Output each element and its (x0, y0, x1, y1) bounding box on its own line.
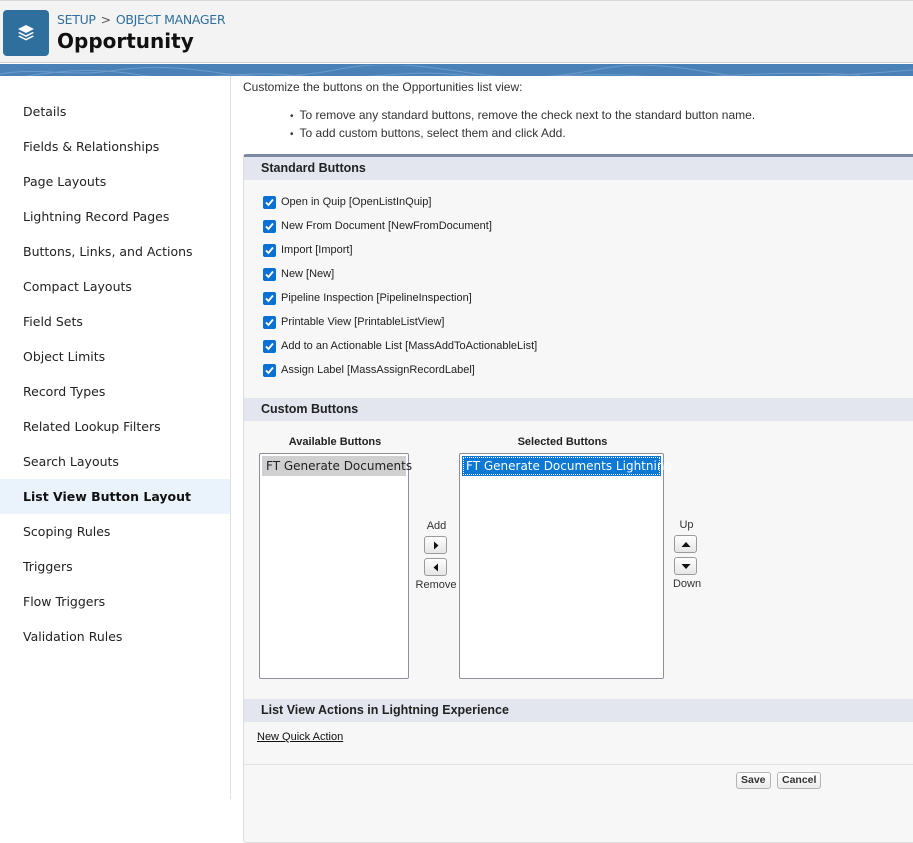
remove-label: Remove (415, 579, 457, 591)
header-banner (0, 64, 913, 76)
button-layout-panel: Standard Buttons Open in Quip [OpenListI… (243, 154, 913, 843)
sidebar-item-details[interactable]: Details (0, 94, 230, 129)
checkbox-label: Printable View [PrintableListView] (281, 316, 445, 328)
sidebar-item-lightning-record-pages[interactable]: Lightning Record Pages (0, 199, 230, 234)
check-icon (265, 366, 274, 374)
save-button[interactable]: Save (736, 772, 771, 789)
move-up-button[interactable] (674, 535, 697, 553)
footer-divider (244, 764, 913, 765)
sidebar-item-list-view-button-layout[interactable]: List View Button Layout (0, 479, 230, 514)
breadcrumb-object-manager[interactable]: OBJECT MANAGER (116, 12, 226, 27)
sidebar-item-flow-triggers[interactable]: Flow Triggers (0, 584, 230, 619)
check-icon (265, 246, 274, 254)
page-header: SETUP > OBJECT MANAGER Opportunity (0, 0, 913, 63)
sidebar-item-related-lookup-filters[interactable]: Related Lookup Filters (0, 409, 230, 444)
sidebar-item-triggers[interactable]: Triggers (0, 549, 230, 584)
arrow-up-icon (681, 541, 690, 547)
sidebar-item-field-sets[interactable]: Field Sets (0, 304, 230, 339)
sidebar-item-search-layouts[interactable]: Search Layouts (0, 444, 230, 479)
checkbox-label: New [New] (281, 268, 335, 280)
main-content: Customize the buttons on the Opportuniti… (232, 76, 913, 843)
selected-buttons-listbox[interactable]: FT Generate Documents Lightning (459, 453, 672, 679)
down-label: Down (672, 578, 702, 590)
standard-button-row: New From Document [NewFromDocument] (263, 217, 492, 235)
selected-buttons-label: Selected Buttons (517, 436, 608, 448)
add-label: Add (426, 520, 447, 532)
arrow-right-icon (433, 541, 438, 549)
page-title: Opportunity (57, 29, 194, 53)
standard-button-row: Open in Quip [OpenListInQuip] (263, 193, 431, 211)
instruction-item: To remove any standard buttons, remove t… (290, 107, 756, 125)
checkbox-label: Pipeline Inspection [PipelineInspection] (281, 292, 472, 304)
available-buttons-label: Available Buttons (288, 436, 382, 448)
breadcrumb-separator: > (100, 12, 111, 27)
up-label: Up (679, 519, 694, 531)
checkbox-pipeline-inspection[interactable] (263, 291, 276, 305)
add-button[interactable] (424, 536, 447, 554)
checkbox-label: Import [Import] (281, 244, 353, 256)
sidebar-item-validation-rules[interactable]: Validation Rules (0, 619, 230, 654)
check-icon (265, 198, 274, 206)
checkbox-label: Open in Quip [OpenListInQuip] (281, 196, 432, 208)
arrow-left-icon (433, 563, 438, 571)
checkbox-add-to-actionable-list[interactable] (263, 339, 276, 353)
available-option[interactable]: FT Generate Documents (262, 456, 412, 476)
breadcrumb-setup[interactable]: SETUP (57, 12, 96, 27)
sidebar-item-object-limits[interactable]: Object Limits (0, 339, 230, 374)
checkbox-label: New From Document [NewFromDocument] (281, 220, 492, 232)
checkbox-printable-view[interactable] (263, 315, 276, 329)
sidebar-item-page-layouts[interactable]: Page Layouts (0, 164, 230, 199)
sidebar-item-scoping-rules[interactable]: Scoping Rules (0, 514, 230, 549)
checkbox-import[interactable] (263, 243, 276, 257)
check-icon (265, 222, 274, 230)
sidebar-item-buttons-links-actions[interactable]: Buttons, Links, and Actions (0, 234, 230, 269)
arrow-down-icon (681, 563, 690, 569)
checkbox-new-from-document[interactable] (263, 219, 276, 233)
instructions-list: To remove any standard buttons, remove t… (290, 107, 756, 143)
sidebar-item-record-types[interactable]: Record Types (0, 374, 230, 409)
sidebar: Details Fields & Relationships Page Layo… (0, 76, 231, 799)
checkbox-assign-label[interactable] (263, 363, 276, 377)
move-down-button[interactable] (674, 557, 697, 575)
check-icon (265, 294, 274, 302)
breadcrumb: SETUP > OBJECT MANAGER (57, 12, 226, 27)
instruction-item: To add custom buttons, select them and c… (290, 125, 755, 143)
lightning-actions-heading: List View Actions in Lightning Experienc… (244, 699, 913, 722)
layers-icon (3, 10, 49, 56)
checkbox-new[interactable] (263, 267, 276, 281)
check-icon (265, 270, 274, 278)
checkbox-open-in-quip[interactable] (263, 195, 276, 209)
standard-button-row: New [New] (263, 265, 334, 283)
available-buttons-listbox[interactable]: FT Generate Documents (259, 453, 412, 679)
check-icon (265, 318, 274, 326)
standard-buttons-heading: Standard Buttons (244, 157, 913, 180)
standard-button-row: Assign Label [MassAssignRecordLabel] (263, 361, 475, 379)
standard-button-row: Import [Import] (263, 241, 353, 259)
remove-button[interactable] (424, 558, 447, 576)
checkbox-label: Add to an Actionable List [MassAddToActi… (281, 340, 538, 352)
new-quick-action-link[interactable]: New Quick Action (257, 731, 343, 743)
cancel-button[interactable]: Cancel (777, 772, 822, 789)
check-icon (265, 342, 274, 350)
custom-buttons-heading: Custom Buttons (244, 398, 913, 421)
selected-option[interactable]: FT Generate Documents Lightning (462, 456, 672, 476)
intro-text: Customize the buttons on the Opportuniti… (243, 80, 523, 94)
standard-button-row: Pipeline Inspection [PipelineInspection] (263, 289, 472, 307)
standard-button-row: Printable View [PrintableListView] (263, 313, 444, 331)
sidebar-item-fields-relationships[interactable]: Fields & Relationships (0, 129, 230, 164)
checkbox-label: Assign Label [MassAssignRecordLabel] (281, 364, 475, 376)
sidebar-item-compact-layouts[interactable]: Compact Layouts (0, 269, 230, 304)
standard-button-row: Add to an Actionable List [MassAddToActi… (263, 337, 537, 355)
